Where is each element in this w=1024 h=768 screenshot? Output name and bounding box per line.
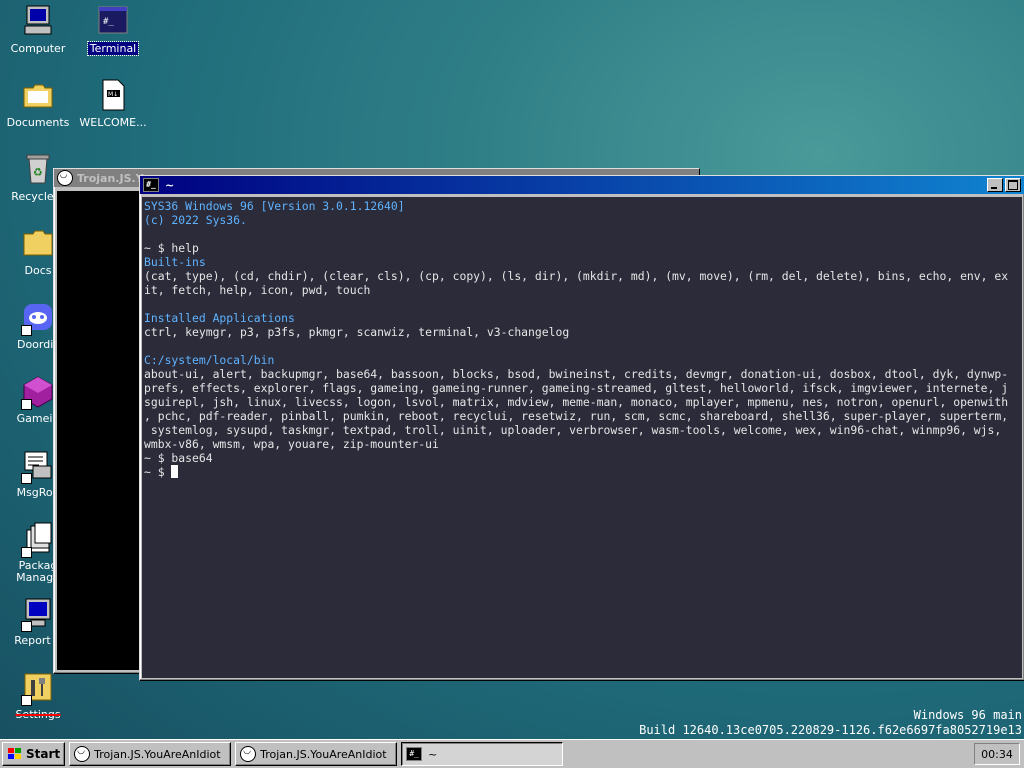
- terminal-output[interactable]: SYS36 Windows 96 [Version 3.0.1.12640] (…: [142, 197, 1022, 678]
- monitor-icon: [21, 596, 55, 632]
- desktop-icon-terminal[interactable]: #_ Terminal: [75, 4, 151, 58]
- terminal-line: , pchc, pdf-reader, pinball, pumkin, reb…: [144, 409, 1009, 423]
- start-button[interactable]: Start: [2, 742, 66, 766]
- minimize-button[interactable]: [987, 178, 1003, 192]
- watermark-line2: Build 12640.13ce0705.220829-1126.f62e669…: [639, 723, 1022, 737]
- markdown-file-icon: M↓: [96, 78, 130, 112]
- terminal-line: SYS36 Windows 96 [Version 3.0.1.12640]: [144, 199, 405, 213]
- terminal-line: sguirepl, jsh, linux, livecss, logon, ls…: [144, 395, 1009, 409]
- terminal-line: (c) 2022 Sys36.: [144, 213, 247, 227]
- terminal-icon: #_: [143, 178, 159, 192]
- build-watermark: Windows 96 main Build 12640.13ce0705.220…: [639, 708, 1022, 738]
- discord-icon: [21, 300, 55, 336]
- terminal-line: Installed Applications: [144, 311, 295, 325]
- desktop-icon-settings[interactable]: Settings: [0, 670, 76, 724]
- taskbar-clock[interactable]: 00:34: [974, 743, 1020, 765]
- message-board-icon: [21, 448, 55, 484]
- desktop-icon-label: Settings: [15, 708, 61, 721]
- terminal-window-titlebar[interactable]: #_ ~: [140, 176, 1024, 194]
- taskbar-item-terminal[interactable]: #_ ~: [401, 742, 564, 766]
- smiley-icon: [74, 746, 91, 762]
- terminal-line: it, fetch, help, icon, pwd, touch: [144, 283, 371, 297]
- svg-text:♻: ♻: [33, 166, 43, 179]
- terminal-line: systemlog, sysupd, taskmgr, textpad, tro…: [144, 423, 1002, 437]
- recycle-bin-icon: ♻: [21, 152, 55, 186]
- terminal-line: ~ $ base64: [144, 451, 213, 465]
- terminal-line: about-ui, alert, backupmgr, base64, bass…: [144, 367, 1009, 381]
- taskbar-item-trojan-1[interactable]: Trojan.JS.YouAreAnIdiot: [69, 742, 232, 766]
- game-cube-icon: [21, 374, 55, 410]
- smiley-icon: [240, 746, 257, 762]
- taskbar: Start Trojan.JS.YouAreAnIdiot Trojan.JS.…: [0, 739, 1024, 768]
- terminal-line: C:/system/local/bin: [144, 353, 275, 367]
- settings-tools-icon: [21, 670, 55, 706]
- terminal-cursor: [171, 465, 179, 478]
- terminal-icon: #_: [96, 4, 130, 38]
- trojan-window-title: Trojan.JS.Y: [77, 171, 144, 185]
- desktop-icon-documents[interactable]: Documents: [0, 78, 76, 132]
- terminal-line: ctrl, keymgr, p3, p3fs, pkmgr, scanwiz, …: [144, 325, 570, 339]
- maximize-button[interactable]: [1005, 178, 1021, 192]
- desktop-icon-label: Terminal: [86, 41, 140, 56]
- terminal-line: prefs, effects, explorer, flags, gameing…: [144, 381, 1009, 395]
- folder-icon: [21, 78, 55, 112]
- desktop-icon-computer[interactable]: Computer: [0, 4, 76, 58]
- smiley-icon: [57, 170, 73, 186]
- svg-text:#_: #_: [103, 17, 114, 27]
- desktop-icon-label: Docs: [24, 264, 52, 277]
- terminal-window-title: ~: [165, 178, 175, 192]
- terminal-window[interactable]: #_ ~ SYS36 Windows 96 [Version 3.0.1.126…: [139, 175, 1024, 681]
- terminal-line: Built-ins: [144, 255, 206, 269]
- taskbar-item-label: Trojan.JS.YouAreAnIdiot: [260, 747, 387, 761]
- start-label: Start: [26, 747, 61, 761]
- desktop-icon-label: WELCOME...: [79, 116, 147, 129]
- terminal-prompt: ~ $: [144, 465, 172, 479]
- terminal-line: ~ $ help: [144, 241, 199, 255]
- taskbar-item-label: Trojan.JS.YouAreAnIdiot: [94, 747, 221, 761]
- terminal-line: wmbx-v86, wmsm, wpa, youare, zip-mounter…: [144, 437, 439, 451]
- taskbar-item-label: ~: [428, 747, 438, 761]
- taskbar-item-trojan-2[interactable]: Trojan.JS.YouAreAnIdiot: [235, 742, 398, 766]
- watermark-line1: Windows 96 main: [913, 708, 1022, 722]
- folder-icon: [21, 226, 55, 260]
- desktop-icon-label: Documents: [6, 116, 70, 129]
- desktop-icon-welcome[interactable]: M↓ WELCOME...: [75, 78, 151, 132]
- terminal-line: (cat, type), (cd, chdir), (clear, cls), …: [144, 269, 1009, 283]
- desktop-icon-label: Computer: [10, 42, 66, 55]
- svg-text:M↓: M↓: [108, 91, 118, 98]
- package-icon: [21, 522, 55, 558]
- computer-icon: [21, 4, 55, 38]
- terminal-icon: #_: [406, 747, 423, 761]
- windows-logo-icon: [8, 748, 21, 759]
